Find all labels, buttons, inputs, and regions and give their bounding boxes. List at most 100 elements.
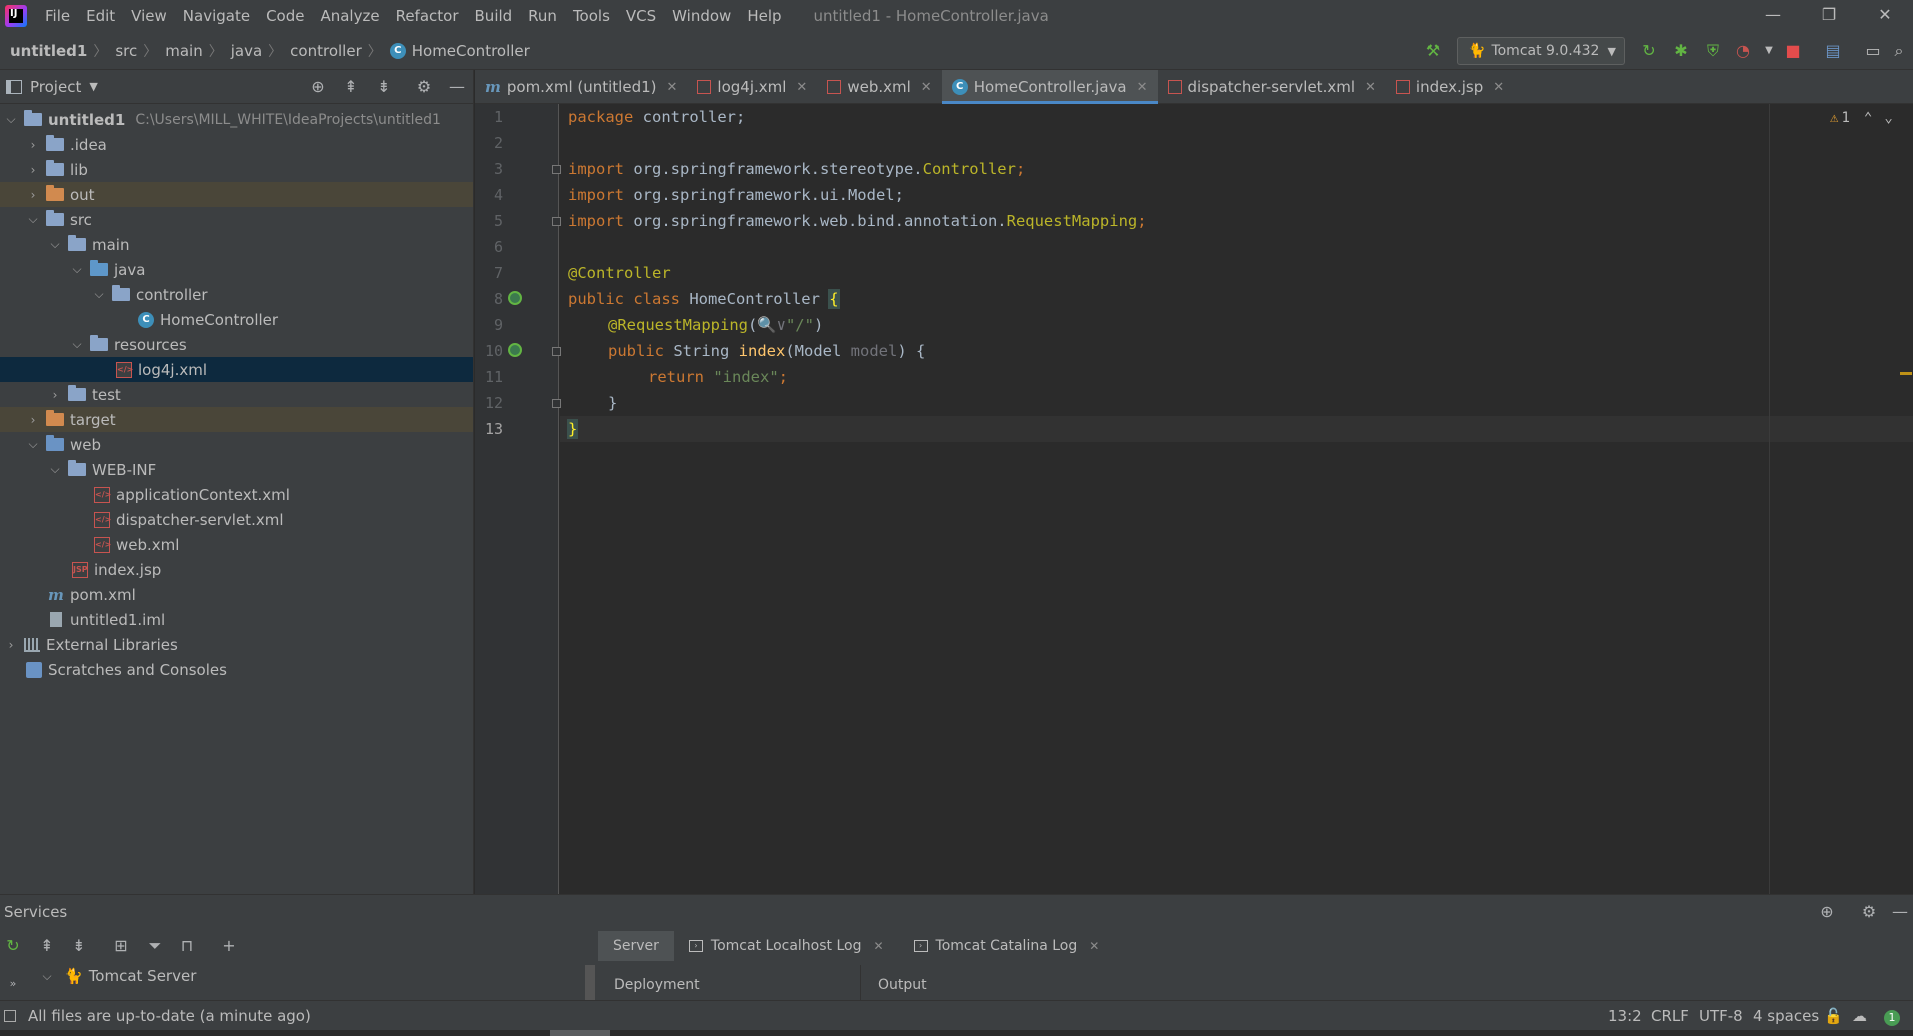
close-icon[interactable]: ✕ — [1365, 80, 1376, 95]
menu-tools[interactable]: Tools — [565, 0, 618, 32]
chevron-down-icon[interactable]: ⌵ — [48, 462, 62, 477]
menu-navigate[interactable]: Navigate — [175, 0, 258, 32]
refresh-icon[interactable]: ↻ — [2, 935, 24, 957]
breadcrumb-src[interactable]: src — [109, 42, 141, 60]
line-separator[interactable]: CRLF — [1651, 1007, 1689, 1025]
file-encoding[interactable]: UTF-8 — [1699, 1007, 1743, 1025]
gear-icon[interactable]: ⚙ — [1858, 901, 1880, 923]
chevron-down-icon[interactable]: ⌵ — [70, 337, 84, 352]
tab-pom-xml[interactable]: m pom.xml (untitled1) ✕ — [475, 70, 687, 104]
status-message[interactable]: All files are up-to-date (a minute ago) — [28, 1007, 311, 1025]
tree-item-out[interactable]: › out — [0, 182, 473, 207]
tree-item-log4j-xml[interactable]: </> log4j.xml — [0, 357, 473, 382]
spring-bean-icon[interactable] — [508, 291, 522, 305]
expand-all-icon[interactable]: ⇞ — [36, 935, 58, 957]
event-log-icon[interactable]: ☁ — [1852, 1007, 1867, 1025]
close-icon[interactable]: ✕ — [796, 80, 807, 95]
menu-run[interactable]: Run — [520, 0, 565, 32]
project-structure-icon[interactable]: ▤ — [1820, 38, 1846, 64]
build-hammer-icon[interactable]: ⚒ — [1420, 38, 1446, 64]
debug-icon[interactable]: ✱ — [1668, 38, 1694, 64]
chevron-down-icon[interactable]: ▼ — [89, 80, 97, 93]
indent-settings[interactable]: 4 spaces — [1753, 1007, 1819, 1025]
chevron-right-icon[interactable]: › — [48, 388, 62, 402]
breadcrumb-controller[interactable]: controller — [284, 42, 366, 60]
inspection-widget[interactable]: ⚠ 1 ⌃ ⌄ — [1830, 110, 1893, 126]
new-tab-icon[interactable]: ⊓ — [176, 935, 198, 957]
menu-refactor[interactable]: Refactor — [388, 0, 467, 32]
stop-icon[interactable]: ■ — [1780, 38, 1806, 64]
hide-panel-icon[interactable]: — — [446, 76, 468, 98]
column-divider[interactable] — [860, 965, 861, 1001]
menu-window[interactable]: Window — [664, 0, 739, 32]
tree-item-src[interactable]: ⌵ src — [0, 207, 473, 232]
tab-server[interactable]: Server — [598, 931, 674, 961]
menu-analyze[interactable]: Analyze — [312, 0, 387, 32]
menu-build[interactable]: Build — [467, 0, 521, 32]
profile-icon[interactable]: ◔ — [1730, 38, 1756, 64]
chevron-down-icon[interactable]: ⌵ — [40, 969, 54, 984]
locate-icon[interactable]: ⊕ — [1816, 901, 1838, 923]
chevron-down-icon[interactable]: ⌵ — [70, 262, 84, 277]
tree-item-web-xml[interactable]: </> web.xml — [0, 532, 473, 557]
editor-gutter[interactable]: 1 2 3 4 5 6 7 8 9 10 11 12 13 — [475, 104, 561, 894]
tree-item-dispatcher-servlet-xml[interactable]: </> dispatcher-servlet.xml — [0, 507, 473, 532]
tree-item-target[interactable]: › target — [0, 407, 473, 432]
fold-marker-icon[interactable] — [552, 217, 561, 226]
chevron-right-icon[interactable]: › — [26, 188, 40, 202]
tree-item-test[interactable]: › test — [0, 382, 473, 407]
tree-item-external-libraries[interactable]: › External Libraries — [0, 632, 473, 657]
run-configuration-dropdown[interactable]: 🐈 Tomcat 9.0.432 ▼ — [1457, 37, 1625, 65]
tree-item-homecontroller[interactable]: C HomeController — [0, 307, 473, 332]
search-everywhere-icon[interactable]: ⌕ — [1886, 38, 1912, 64]
tree-item-idea[interactable]: › .idea — [0, 132, 473, 157]
collapse-all-icon[interactable]: ⇟ — [68, 935, 90, 957]
rerun-icon[interactable]: ↻ — [1636, 38, 1662, 64]
breadcrumb-project[interactable]: untitled1 — [0, 42, 91, 60]
tree-item-index-jsp[interactable]: JSP index.jsp — [0, 557, 473, 582]
minimize-icon[interactable]: — — [1745, 0, 1801, 32]
chevron-right-icon[interactable]: › — [26, 413, 40, 427]
chevron-down-icon[interactable]: ⌵ — [4, 112, 18, 127]
restore-icon[interactable]: ❐ — [1801, 0, 1857, 32]
next-highlight-icon[interactable]: ⌄ — [1884, 110, 1892, 126]
menu-view[interactable]: View — [123, 0, 175, 32]
tree-item-pom-xml[interactable]: m pom.xml — [0, 582, 473, 607]
chevron-down-icon[interactable]: ⌵ — [92, 287, 106, 302]
chevron-down-icon[interactable]: ⌵ — [48, 237, 62, 252]
run-with-coverage-icon[interactable]: ⛨ — [1700, 38, 1726, 64]
splitter-handle[interactable] — [585, 965, 595, 1001]
add-service-icon[interactable]: + — [218, 935, 240, 957]
code-editor[interactable]: 1 2 3 4 5 6 7 8 9 10 11 12 13 package co… — [475, 104, 1913, 894]
warning-stripe-marker[interactable] — [1900, 372, 1912, 375]
tree-item-untitled1[interactable]: ⌵ untitled1 C:\Users\MILL_WHITE\IdeaProj… — [0, 107, 473, 132]
more-run-options-icon[interactable]: ▼ — [1756, 38, 1782, 64]
locate-file-icon[interactable]: ⊕ — [307, 76, 329, 98]
spring-request-mapping-icon[interactable] — [508, 343, 522, 357]
tree-item-main[interactable]: ⌵ main — [0, 232, 473, 257]
close-icon[interactable]: ✕ — [1493, 80, 1504, 95]
filter-icon[interactable]: ⏷ — [144, 935, 166, 957]
scrollbar-thumb[interactable] — [550, 1030, 610, 1036]
menu-edit[interactable]: Edit — [78, 0, 123, 32]
menu-file[interactable]: File — [37, 0, 78, 32]
breadcrumb-main[interactable]: main — [159, 42, 206, 60]
gear-icon[interactable]: ⚙ — [413, 76, 435, 98]
tree-item-java[interactable]: ⌵ java — [0, 257, 473, 282]
chevron-down-icon[interactable]: ⌵ — [26, 437, 40, 452]
collapse-all-icon[interactable]: ⇟ — [373, 76, 395, 98]
previous-highlight-icon[interactable]: ⌃ — [1864, 110, 1872, 126]
chevron-right-icon[interactable]: › — [4, 638, 18, 652]
close-icon[interactable]: ✕ — [873, 939, 883, 953]
breadcrumb-homecontroller[interactable]: C HomeController — [384, 42, 534, 60]
breadcrumb-java[interactable]: java — [225, 42, 266, 60]
tree-item-resources[interactable]: ⌵ resources — [0, 332, 473, 357]
expand-all-icon[interactable]: ⇞ — [340, 76, 362, 98]
tab-homecontroller-java[interactable]: C HomeController.java ✕ — [941, 70, 1158, 104]
tab-dispatcher-servlet-xml[interactable]: dispatcher-servlet.xml ✕ — [1158, 70, 1386, 104]
tab-tomcat-localhost-log[interactable]: › Tomcat Localhost Log ✕ — [674, 931, 899, 961]
more-icon[interactable]: » — [2, 973, 24, 995]
ide-window-icon[interactable]: ▭ — [1860, 38, 1886, 64]
tree-item-controller[interactable]: ⌵ controller — [0, 282, 473, 307]
tree-item-web[interactable]: ⌵ web — [0, 432, 473, 457]
